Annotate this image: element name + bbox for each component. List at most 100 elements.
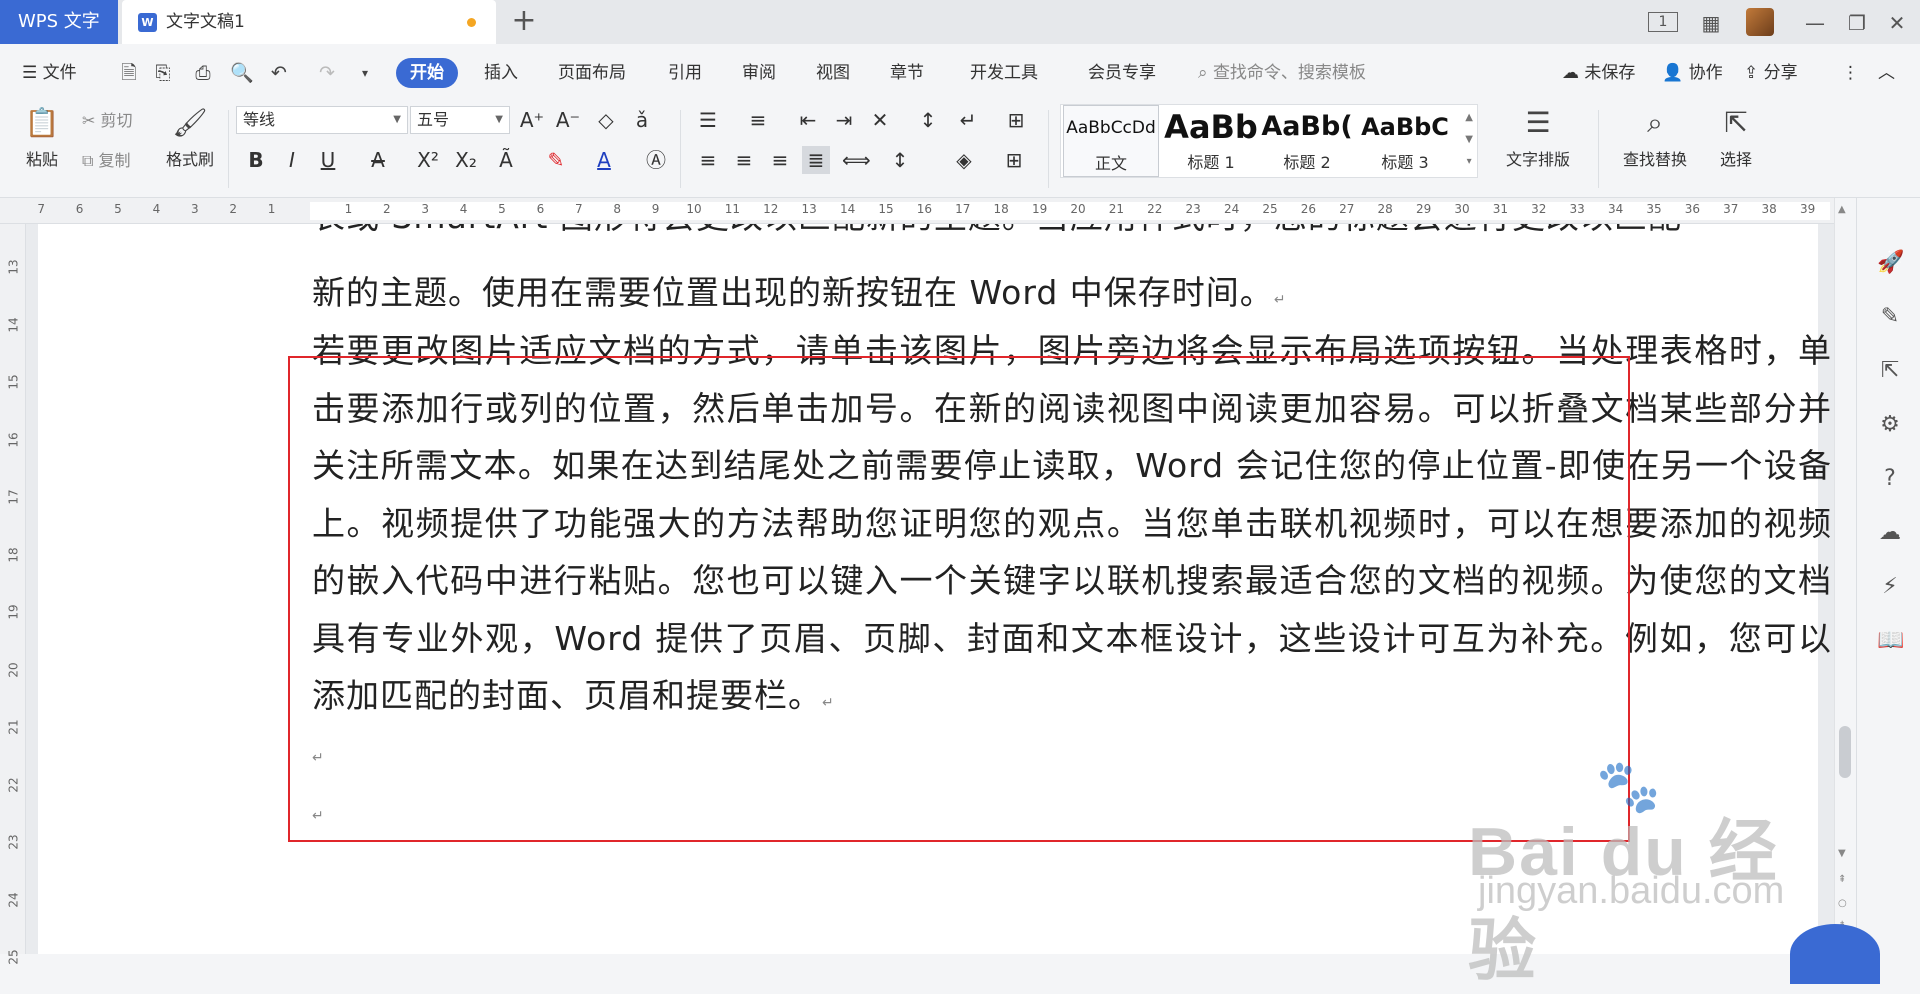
bold-icon[interactable]: B bbox=[242, 146, 270, 174]
collaborate-button[interactable]: 👤 协作 bbox=[1662, 58, 1723, 88]
pen-icon[interactable]: ✎ bbox=[1877, 304, 1903, 330]
print-preview-icon[interactable]: 🔍 bbox=[230, 62, 254, 84]
save-icon[interactable]: 🗎 bbox=[118, 62, 140, 84]
font-color-icon[interactable]: A bbox=[590, 146, 618, 174]
text-layout-button[interactable]: ☰ 文字排版 bbox=[1492, 106, 1584, 170]
help-icon[interactable]: ? bbox=[1877, 466, 1903, 492]
document-tab[interactable]: W 文字文稿1 bbox=[122, 0, 496, 44]
table-ruler-icon[interactable]: ⊞ bbox=[1002, 106, 1030, 134]
file-menu[interactable]: ☰ 文件 bbox=[22, 58, 77, 88]
underline-icon[interactable]: U bbox=[314, 146, 342, 174]
more-icon[interactable]: ⋮ bbox=[1842, 58, 1859, 88]
font-size-select[interactable]: 五号 ▼ bbox=[410, 106, 510, 134]
redo-icon[interactable]: ↷ bbox=[316, 62, 338, 84]
tab-insert[interactable]: 插入 bbox=[484, 58, 518, 88]
justify-icon[interactable]: ≣ bbox=[802, 146, 830, 174]
paste-button[interactable]: 📋 粘贴 bbox=[16, 106, 68, 170]
ruler-tick-label: 27 bbox=[1339, 202, 1355, 216]
page-count-icon[interactable]: 1 bbox=[1648, 12, 1678, 32]
rocket-icon[interactable]: 🚀 bbox=[1877, 250, 1904, 276]
tab-member[interactable]: 会员专享 bbox=[1088, 58, 1156, 88]
close-icon[interactable]: ✕ bbox=[1884, 10, 1910, 36]
style-heading-3[interactable]: AaBbC 标题 3 bbox=[1357, 105, 1453, 177]
sliders-icon[interactable]: ⚙ bbox=[1877, 412, 1903, 438]
align-center-icon[interactable]: ≡ bbox=[730, 146, 758, 174]
document-page[interactable]: 表或 SmartArt 图形将会更改以匹配新的主题。当应用样式时，您的标题会进行… bbox=[38, 224, 1831, 954]
grid-apps-icon[interactable]: ▦ bbox=[1698, 10, 1724, 36]
corner-badge[interactable] bbox=[1790, 924, 1880, 984]
gallery-scroll-icon[interactable]: ▲ ▼ ▾ bbox=[1465, 107, 1473, 173]
find-replace-button[interactable]: ⌕ 查找替换 bbox=[1610, 106, 1700, 170]
scroll-down-icon[interactable]: ▼ bbox=[1838, 848, 1846, 859]
tab-developer[interactable]: 开发工具 bbox=[970, 58, 1038, 88]
decrease-indent-icon[interactable]: ⇤ bbox=[794, 106, 822, 134]
line-spacing-icon[interactable]: ↕ bbox=[886, 146, 914, 174]
superscript-icon[interactable]: X² bbox=[414, 146, 442, 174]
ruler-tick-label: 20 bbox=[1070, 202, 1086, 216]
new-tab-button[interactable]: + bbox=[508, 6, 540, 38]
scroll-up-icon[interactable]: ▲ bbox=[1838, 204, 1846, 215]
command-search[interactable]: ⌕ 查找命令、搜索模板 bbox=[1198, 58, 1366, 88]
print-icon[interactable]: ⎙ bbox=[192, 62, 214, 84]
style-normal[interactable]: AaBbCcDd 正文 bbox=[1063, 105, 1159, 177]
show-marks-icon[interactable]: ↵ bbox=[954, 106, 982, 134]
align-right-icon[interactable]: ≡ bbox=[766, 146, 794, 174]
clear-format-icon[interactable]: ◇ bbox=[592, 106, 620, 134]
collapse-ribbon-icon[interactable]: ︿ bbox=[1878, 58, 1895, 88]
sort-icon[interactable]: ↕ bbox=[914, 106, 942, 134]
style-heading-1[interactable]: AaBb 标题 1 bbox=[1163, 105, 1259, 177]
cursor-icon[interactable]: ⇱ bbox=[1877, 358, 1903, 384]
export-pdf-icon[interactable]: ⎘ bbox=[152, 62, 174, 84]
tab-references[interactable]: 引用 bbox=[668, 58, 702, 88]
chinese-layout-icon[interactable]: ✕ bbox=[866, 106, 894, 134]
tab-review[interactable]: 审阅 bbox=[742, 58, 776, 88]
share-button[interactable]: ⇪ 分享 bbox=[1744, 58, 1798, 88]
ruler-tick-label: 29 bbox=[1415, 202, 1432, 216]
undo-icon[interactable]: ↶ bbox=[268, 62, 290, 84]
unsaved-status[interactable]: ☁ 未保存 bbox=[1562, 58, 1635, 88]
app-tab-wps[interactable]: WPS 文字 bbox=[0, 0, 118, 44]
cloud-sync-icon[interactable]: ☁ bbox=[1877, 520, 1903, 546]
shrink-font-icon[interactable]: A⁻ bbox=[554, 106, 582, 134]
vertical-scrollbar[interactable]: ▲ ▼ ⇞ ○ ⇟ bbox=[1834, 198, 1854, 954]
ruler-tick-label: 19 bbox=[6, 604, 21, 620]
style-heading-2[interactable]: AaBb( 标题 2 bbox=[1259, 105, 1355, 177]
cut-button[interactable]: ✂ 剪切 bbox=[82, 110, 133, 132]
char-border-icon[interactable]: Ⓐ bbox=[642, 146, 670, 174]
shading-icon[interactable]: ◈ bbox=[950, 146, 978, 174]
prev-page-icon[interactable]: ⇞ bbox=[1838, 874, 1846, 885]
avatar[interactable] bbox=[1746, 8, 1774, 36]
borders-icon[interactable]: ⊞ bbox=[1000, 146, 1028, 174]
grow-font-icon[interactable]: A⁺ bbox=[518, 106, 546, 134]
minimize-icon[interactable]: — bbox=[1802, 10, 1828, 36]
increase-indent-icon[interactable]: ⇥ bbox=[830, 106, 858, 134]
select-browse-icon[interactable]: ○ bbox=[1838, 898, 1847, 909]
ruler-tick-label: 2 bbox=[229, 202, 237, 216]
restore-icon[interactable]: ❐ bbox=[1844, 10, 1870, 36]
horizontal-ruler[interactable]: 7 6 5 4 3 2 1 1 2 3 4 5 6 7 8 9 10 11 12 13 14 15 16 17 18 19 20 21… bbox=[0, 198, 1834, 224]
format-painter-button[interactable]: 🖌 格式刷 bbox=[160, 106, 220, 170]
align-left-icon[interactable]: ≡ bbox=[694, 146, 722, 174]
italic-icon[interactable]: I bbox=[278, 146, 306, 174]
quick-access-dropdown-icon[interactable]: ▾ bbox=[354, 62, 376, 84]
copy-button[interactable]: ⧉ 复制 bbox=[82, 150, 131, 172]
tab-chapter[interactable]: 章节 bbox=[890, 58, 924, 88]
book-icon[interactable]: 📖 bbox=[1877, 628, 1904, 654]
tab-home[interactable]: 开始 bbox=[396, 58, 458, 88]
subscript-icon[interactable]: X₂ bbox=[452, 146, 480, 174]
select-button[interactable]: ⇱ 选择 bbox=[1708, 106, 1764, 170]
highlight-icon[interactable]: ✎ bbox=[542, 146, 570, 174]
distribute-icon[interactable]: ⟺ bbox=[842, 146, 871, 174]
text-effect-icon[interactable]: Ã bbox=[492, 146, 520, 174]
tab-view[interactable]: 视图 bbox=[816, 58, 850, 88]
numbered-list-icon[interactable]: ≡ bbox=[744, 106, 772, 134]
strikethrough-icon[interactable]: A bbox=[364, 146, 392, 174]
vertical-ruler[interactable]: 13 14 15 16 17 18 19 20 21 22 23 24 25 bbox=[0, 224, 26, 965]
bullet-list-icon[interactable]: ☰ bbox=[694, 106, 722, 134]
font-name-select[interactable]: 等线 ▼ bbox=[236, 106, 408, 134]
tab-page-layout[interactable]: 页面布局 bbox=[558, 58, 626, 88]
phonetic-guide-icon[interactable]: ǎ bbox=[628, 106, 656, 134]
lightning-icon[interactable]: ⚡ bbox=[1877, 574, 1903, 600]
magnifier-icon: ⌕ bbox=[1647, 106, 1663, 139]
scroll-thumb[interactable] bbox=[1839, 726, 1851, 778]
